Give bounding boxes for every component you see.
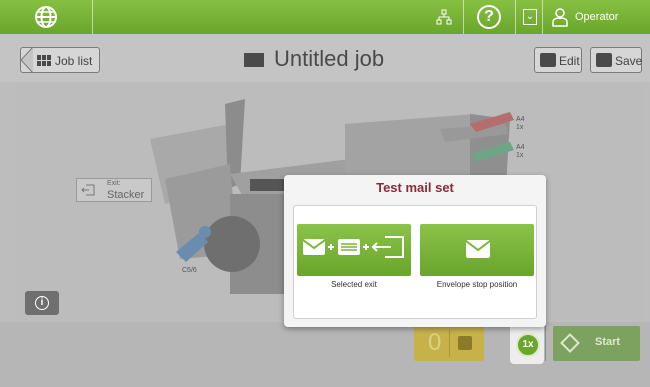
exit-icon — [81, 184, 95, 196]
top-bar: ? ⌄ Operator — [0, 0, 650, 34]
divider — [449, 330, 450, 357]
tray1-format: A4 — [516, 116, 525, 123]
start-button[interactable]: Start — [553, 326, 640, 361]
save-label: Save — [615, 54, 643, 68]
globe-icon[interactable] — [34, 5, 58, 29]
dialog-title: Test mail set — [376, 180, 454, 195]
edit-counter-icon[interactable] — [458, 336, 472, 350]
envelope-icon — [465, 240, 491, 258]
divider — [542, 0, 543, 34]
exit-stacker-box[interactable]: Exit: Stacker — [76, 178, 152, 202]
chevron-down-icon[interactable]: ⌄ — [523, 9, 537, 25]
save-icon — [596, 53, 612, 67]
envelope-stop-position-label: Envelope stop position — [436, 280, 518, 289]
divider — [545, 326, 546, 361]
save-button[interactable]: Save — [590, 47, 642, 73]
grid-icon — [37, 55, 51, 66]
network-icon[interactable] — [436, 9, 452, 25]
edit-icon — [540, 53, 556, 67]
selected-exit-button[interactable] — [297, 224, 411, 276]
edit-button[interactable]: Edit — [534, 47, 582, 73]
selected-exit-label: Selected exit — [331, 280, 377, 289]
repeat-count-button[interactable]: 1x — [516, 333, 540, 357]
tray2-count: 1x — [516, 152, 524, 159]
info-button[interactable]: i — [25, 291, 59, 315]
tray1-label: A4 1x — [516, 116, 525, 132]
exit-value: Stacker — [107, 189, 145, 201]
exit-caption: Exit: — [107, 180, 121, 187]
envelope-tray-label: C5/6 — [182, 267, 197, 274]
back-arrow-icon — [20, 47, 34, 73]
divider — [92, 0, 93, 34]
tray1-count: 1x — [516, 124, 524, 131]
edit-label: Edit — [559, 54, 580, 68]
counter-value: 0 — [428, 329, 442, 356]
counter-box[interactable]: 0 — [414, 326, 484, 361]
job-list-label: Job list — [55, 54, 93, 68]
start-diamond-icon — [560, 333, 580, 353]
info-icon: i — [35, 296, 49, 310]
operator-label[interactable]: Operator — [575, 11, 618, 23]
help-icon[interactable]: ? — [477, 5, 501, 29]
start-label: Start — [595, 336, 621, 348]
job-title: Untitled job — [274, 46, 385, 71]
tray2-format: A4 — [516, 144, 525, 151]
envelope-stop-position-button[interactable] — [420, 224, 534, 276]
job-list-button[interactable]: Job list — [20, 47, 100, 73]
divider — [515, 0, 516, 34]
envelope-insert-exit-icon — [302, 236, 404, 258]
user-icon[interactable] — [552, 7, 568, 27]
tray2-label: A4 1x — [516, 144, 525, 160]
divider — [463, 0, 464, 34]
envelope-icon — [244, 53, 264, 67]
